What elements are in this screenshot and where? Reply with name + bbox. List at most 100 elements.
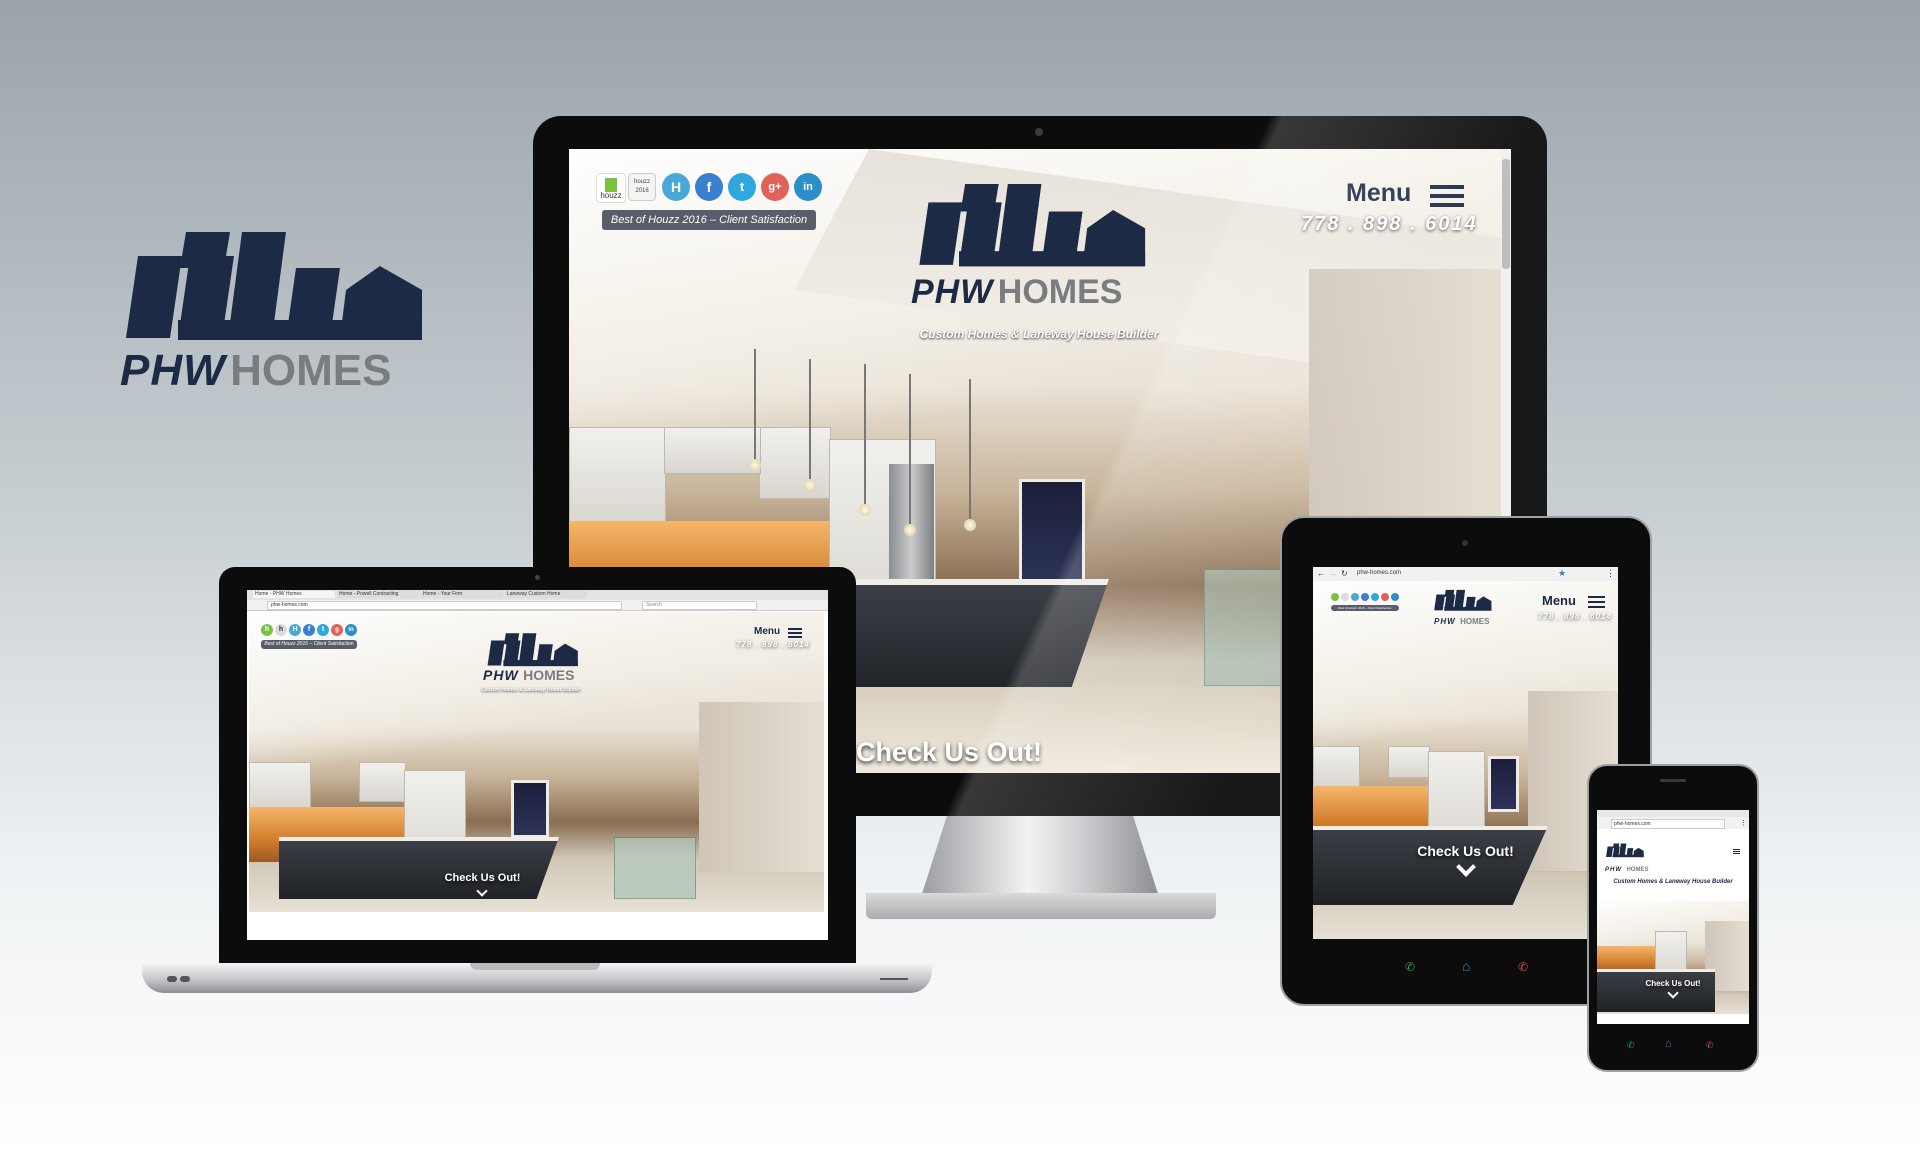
houzz-h-icon[interactable] — [1341, 593, 1349, 601]
site-logo-homes: HOMES — [997, 273, 1123, 311]
facebook-icon[interactable]: h — [275, 624, 287, 636]
phone-number[interactable]: 778 . 898 . 6014 — [1301, 213, 1478, 236]
houzz-award-icon[interactable]: houzz 2016 — [628, 173, 656, 201]
laptop-screen: Home - PHW Homes Home - Powell Contracti… — [247, 590, 828, 940]
houzz-award-text: houzz 2016 — [633, 179, 650, 194]
back-icon[interactable]: ← — [1317, 569, 1325, 578]
reload-icon[interactable]: ↻ — [1341, 569, 1348, 578]
scrollbar-thumb[interactable] — [1502, 159, 1510, 269]
phone-url-text: phw-homes.com — [1614, 821, 1651, 827]
site-logo-phw: PHW — [1605, 867, 1622, 873]
phone-url-field[interactable]: phw-homes.com — [1611, 819, 1725, 829]
call-icon[interactable]: ✆ — [1405, 960, 1415, 974]
end-call-icon[interactable]: ✆ — [1706, 1040, 1714, 1051]
laptop-lid-notch — [470, 963, 600, 970]
phone-screen: phw-homes.com ⋮ PHW HOMES Custom Homes & — [1597, 810, 1749, 1024]
houzz-logo-icon[interactable]: houzz — [596, 173, 626, 203]
home-icon[interactable]: ⌂ — [1462, 958, 1470, 974]
brand-homes-text: HOMES — [230, 346, 392, 395]
check-us-out-cta[interactable]: Check Us Out! — [249, 872, 716, 884]
houzz-badge: Best of Houzz 2016 – Client Satisfaction — [1331, 605, 1399, 611]
houzz-badge: Best of Houzz 2016 – Client Satisfaction — [602, 210, 816, 230]
laptop-port — [167, 976, 177, 982]
linkedin-icon[interactable]: in — [345, 624, 357, 636]
site-logo-mark[interactable] — [1433, 589, 1493, 612]
houzz-h-icon[interactable]: H — [289, 624, 301, 636]
houzz-badge: Best of Houzz 2016 – Client Satisfaction — [261, 640, 357, 649]
brand-logo-large: PHW HOMES — [120, 228, 440, 398]
laptop-address-bar: phw-homes.com Search — [247, 600, 828, 611]
hamburger-icon[interactable] — [1733, 849, 1740, 854]
twitter-icon[interactable] — [1371, 593, 1379, 601]
hamburger-icon[interactable] — [1430, 185, 1464, 207]
phone-tagline: Custom Homes & Laneway House Builder — [1613, 879, 1733, 885]
site-logo-phw: PHW — [1434, 617, 1456, 626]
call-icon[interactable]: ✆ — [1627, 1040, 1635, 1051]
monitor-base — [866, 893, 1216, 919]
twitter-icon[interactable]: t — [728, 173, 756, 201]
google-plus-icon[interactable]: g — [331, 624, 343, 636]
twitter-icon[interactable]: t — [317, 624, 329, 636]
site-logo-mark[interactable] — [914, 181, 1152, 271]
browser-tab[interactable]: Home - Powell Contracting — [337, 591, 419, 598]
laptop-camera — [535, 575, 540, 580]
home-icon[interactable]: ⌂ — [1665, 1038, 1672, 1050]
phone-number[interactable]: 778 . 898 . 6014 — [1538, 612, 1612, 621]
end-call-icon[interactable]: ✆ — [1518, 960, 1528, 974]
menu-label[interactable]: Menu — [1346, 179, 1411, 208]
google-plus-icon[interactable] — [1381, 593, 1389, 601]
phone-site-view: Check Us Out! — [1597, 901, 1749, 1014]
site-logo-mark[interactable] — [485, 632, 581, 668]
tablet-url-field[interactable]: phw-homes.com — [1357, 569, 1557, 578]
hamburger-icon[interactable] — [1588, 596, 1605, 608]
site-logo-phw: PHW — [911, 273, 994, 311]
linkedin-icon[interactable]: in — [794, 173, 822, 201]
google-plus-icon[interactable]: g+ — [761, 173, 789, 201]
houzz-h-icon[interactable] — [1351, 593, 1359, 601]
site-tagline: Custom Homes & Laneway House Builder — [919, 327, 1159, 341]
tablet-url-text: phw-homes.com — [1357, 570, 1402, 576]
tablet-site-view: Best of Houzz 2016 – Client Satisfaction… — [1313, 581, 1618, 939]
hamburger-icon[interactable] — [788, 628, 802, 638]
site-logo-wordmark[interactable]: PHW HOMES — [483, 667, 574, 685]
browser-tab[interactable]: Laneway Custom Home — [505, 591, 587, 598]
menu-label[interactable]: Menu — [754, 626, 780, 637]
site-logo-wordmark[interactable]: PHW HOMES — [1605, 858, 1648, 876]
site-logo-homes: HOMES — [1460, 617, 1490, 626]
monitor-camera — [1035, 128, 1043, 136]
houzz-logo-text: houzz — [600, 191, 622, 200]
facebook-icon[interactable]: f — [303, 624, 315, 636]
houzz-h-icon[interactable]: h — [261, 624, 273, 636]
browser-tab[interactable]: Home - Your Firm — [421, 591, 503, 598]
tablet-screen: ← → ↻ phw-homes.com ★ ⋮ Best of Houzz 20… — [1313, 567, 1618, 939]
houzz-h-icon[interactable]: H — [662, 173, 690, 201]
linkedin-icon[interactable] — [1391, 593, 1399, 601]
more-options-icon[interactable]: ⋮ — [1606, 568, 1615, 579]
phw-logo-mark — [126, 232, 422, 340]
tablet-camera — [1462, 540, 1468, 546]
site-logo-mark[interactable] — [1605, 843, 1645, 858]
phone-number[interactable]: 778 . 898 . 6014 — [736, 640, 810, 649]
site-tagline: Custom Homes & Laneway House Builder — [481, 687, 581, 693]
browser-tab[interactable]: Home - PHW Homes — [253, 591, 335, 598]
laptop-slot — [880, 978, 908, 980]
facebook-icon[interactable]: f — [695, 173, 723, 201]
tablet-address-bar: ← → ↻ phw-homes.com ★ ⋮ — [1313, 567, 1618, 582]
menu-label[interactable]: Menu — [1542, 593, 1576, 608]
site-logo-homes: HOMES — [523, 667, 575, 683]
laptop-url-field[interactable]: phw-homes.com — [267, 601, 622, 610]
facebook-icon[interactable] — [1361, 593, 1369, 601]
site-logo-wordmark[interactable]: PHW HOMES — [911, 273, 1122, 312]
phone-site-header: PHW HOMES Custom Homes & Laneway House B… — [1597, 829, 1749, 901]
site-logo-wordmark[interactable]: PHW HOMES — [1434, 611, 1489, 629]
bookmark-star-icon[interactable]: ★ — [1558, 568, 1566, 579]
laptop-port — [180, 976, 190, 982]
houzz-h-icon[interactable] — [1331, 593, 1339, 601]
more-options-icon[interactable]: ⋮ — [1740, 819, 1747, 827]
forward-icon[interactable]: → — [1329, 569, 1337, 578]
laptop-url-text: phw-homes.com — [271, 602, 308, 608]
laptop-search-field[interactable]: Search — [642, 601, 757, 610]
site-logo-phw: PHW — [483, 667, 519, 683]
laptop-site-view: h h H f t g in Best of Houzz 2016 – Clie… — [249, 612, 824, 912]
phone-speaker — [1660, 779, 1686, 782]
